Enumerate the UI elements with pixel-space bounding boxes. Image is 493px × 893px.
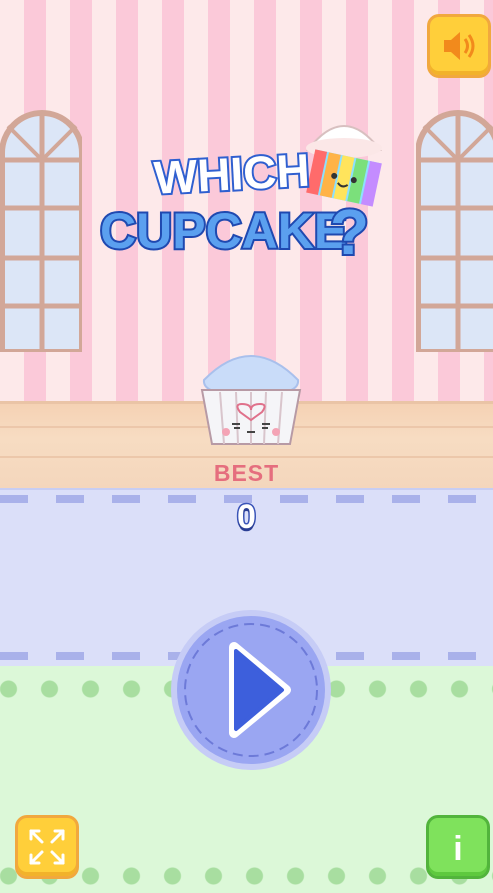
counter-line (0, 456, 493, 458)
svg-text:CUPCAKE: CUPCAKE (100, 203, 347, 259)
rainbow-cupcake-icon (305, 125, 383, 207)
svg-text:i: i (453, 830, 462, 868)
window-right (416, 108, 493, 352)
info-icon: i (453, 830, 462, 868)
window-left (0, 108, 82, 352)
game-title-logo: WHICH CUPCAKE ? (96, 108, 396, 270)
info-button[interactable]: i (426, 815, 490, 879)
speaker-icon (444, 32, 475, 60)
play-button[interactable] (168, 607, 334, 773)
fullscreen-icon (29, 829, 65, 865)
cupcake-character (196, 340, 306, 450)
fullscreen-button[interactable] (15, 815, 79, 879)
best-score: 0 (236, 497, 258, 538)
svg-text:?: ? (330, 196, 369, 268)
svg-text:WHICH: WHICH (153, 144, 311, 204)
best-label: BEST (213, 460, 280, 486)
sound-button[interactable] (427, 14, 491, 78)
